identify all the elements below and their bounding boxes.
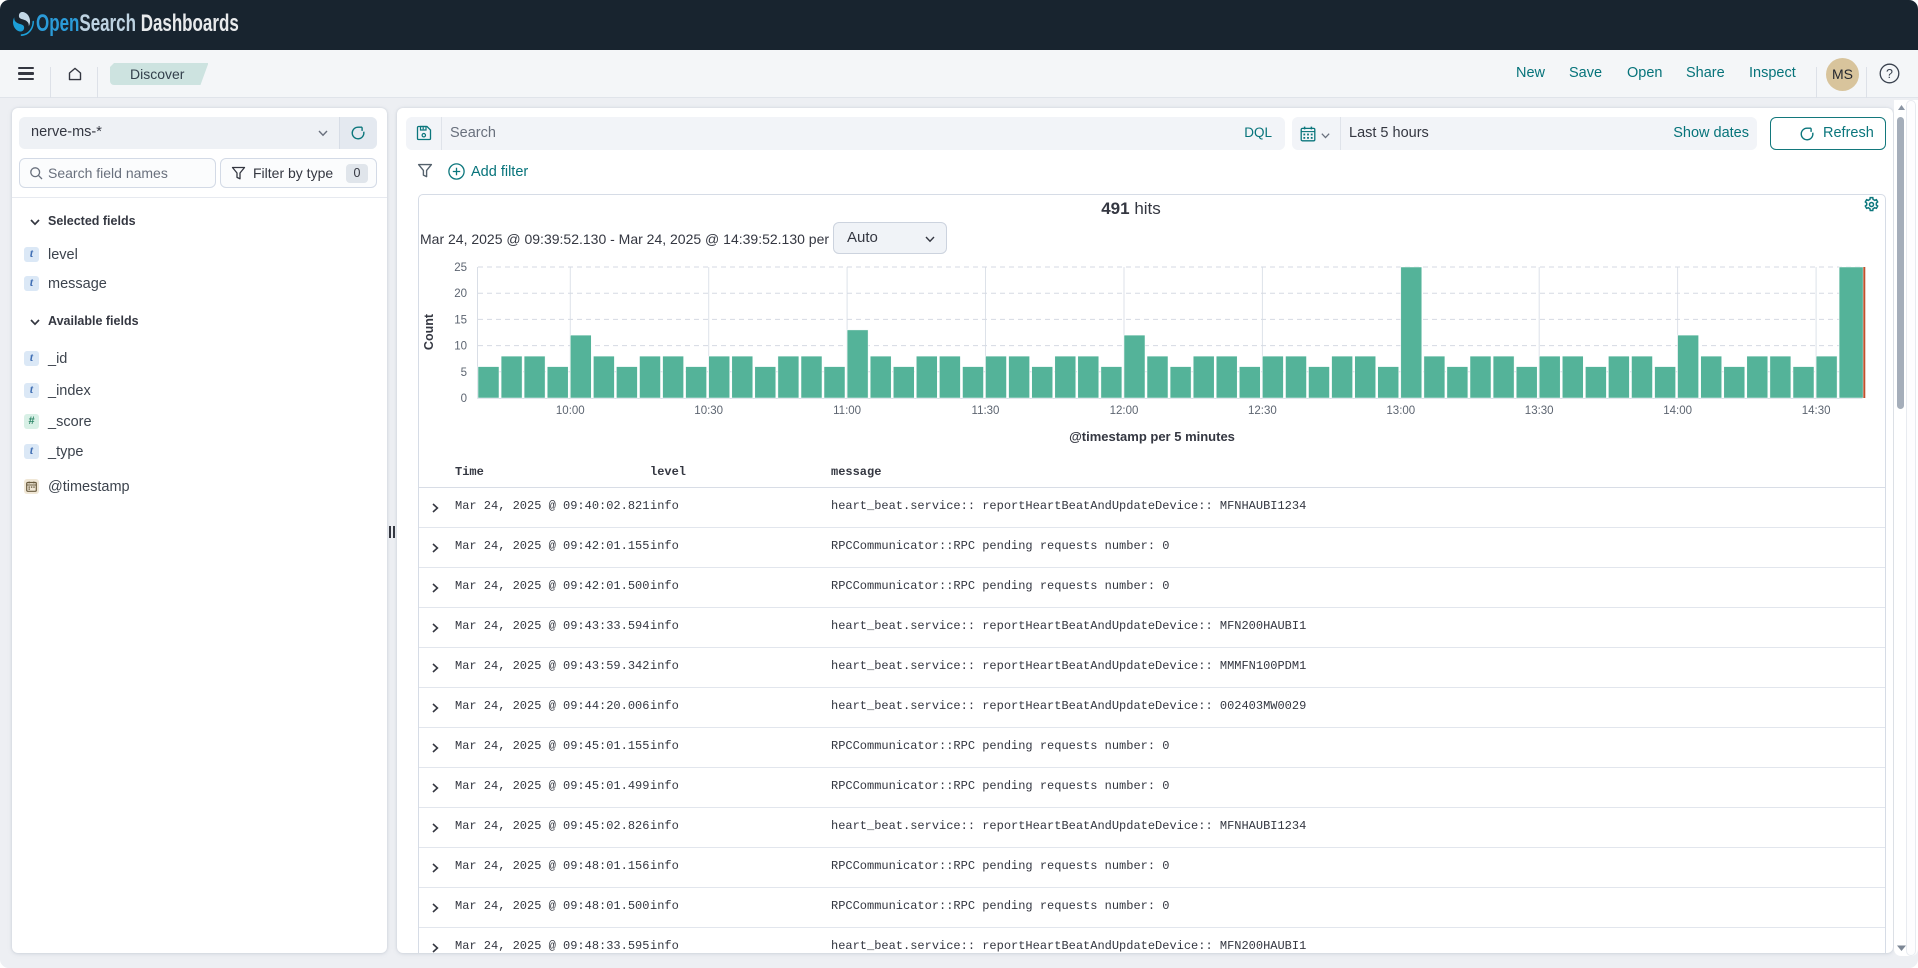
svg-text:10: 10 [454,341,467,353]
svg-text:?: ? [1886,67,1893,81]
svg-text:13:00: 13:00 [1386,405,1415,417]
svg-text:13:30: 13:30 [1525,405,1554,417]
svg-text:14:00: 14:00 [1663,405,1692,417]
svg-text:11:30: 11:30 [972,405,1000,417]
svg-text:15: 15 [454,314,467,326]
svg-text:14:30: 14:30 [1802,405,1831,417]
svg-text:20: 20 [454,288,467,300]
svg-text:5: 5 [461,367,467,379]
svg-text:25: 25 [454,262,467,274]
svg-text:12:00: 12:00 [1110,405,1139,417]
svg-text:10:30: 10:30 [694,405,723,417]
svg-text:11:00: 11:00 [833,405,861,417]
svg-text:Count: Count [422,313,436,350]
svg-text:0: 0 [461,393,467,405]
svg-text:10:00: 10:00 [556,405,585,417]
svg-text:12:30: 12:30 [1248,405,1277,417]
